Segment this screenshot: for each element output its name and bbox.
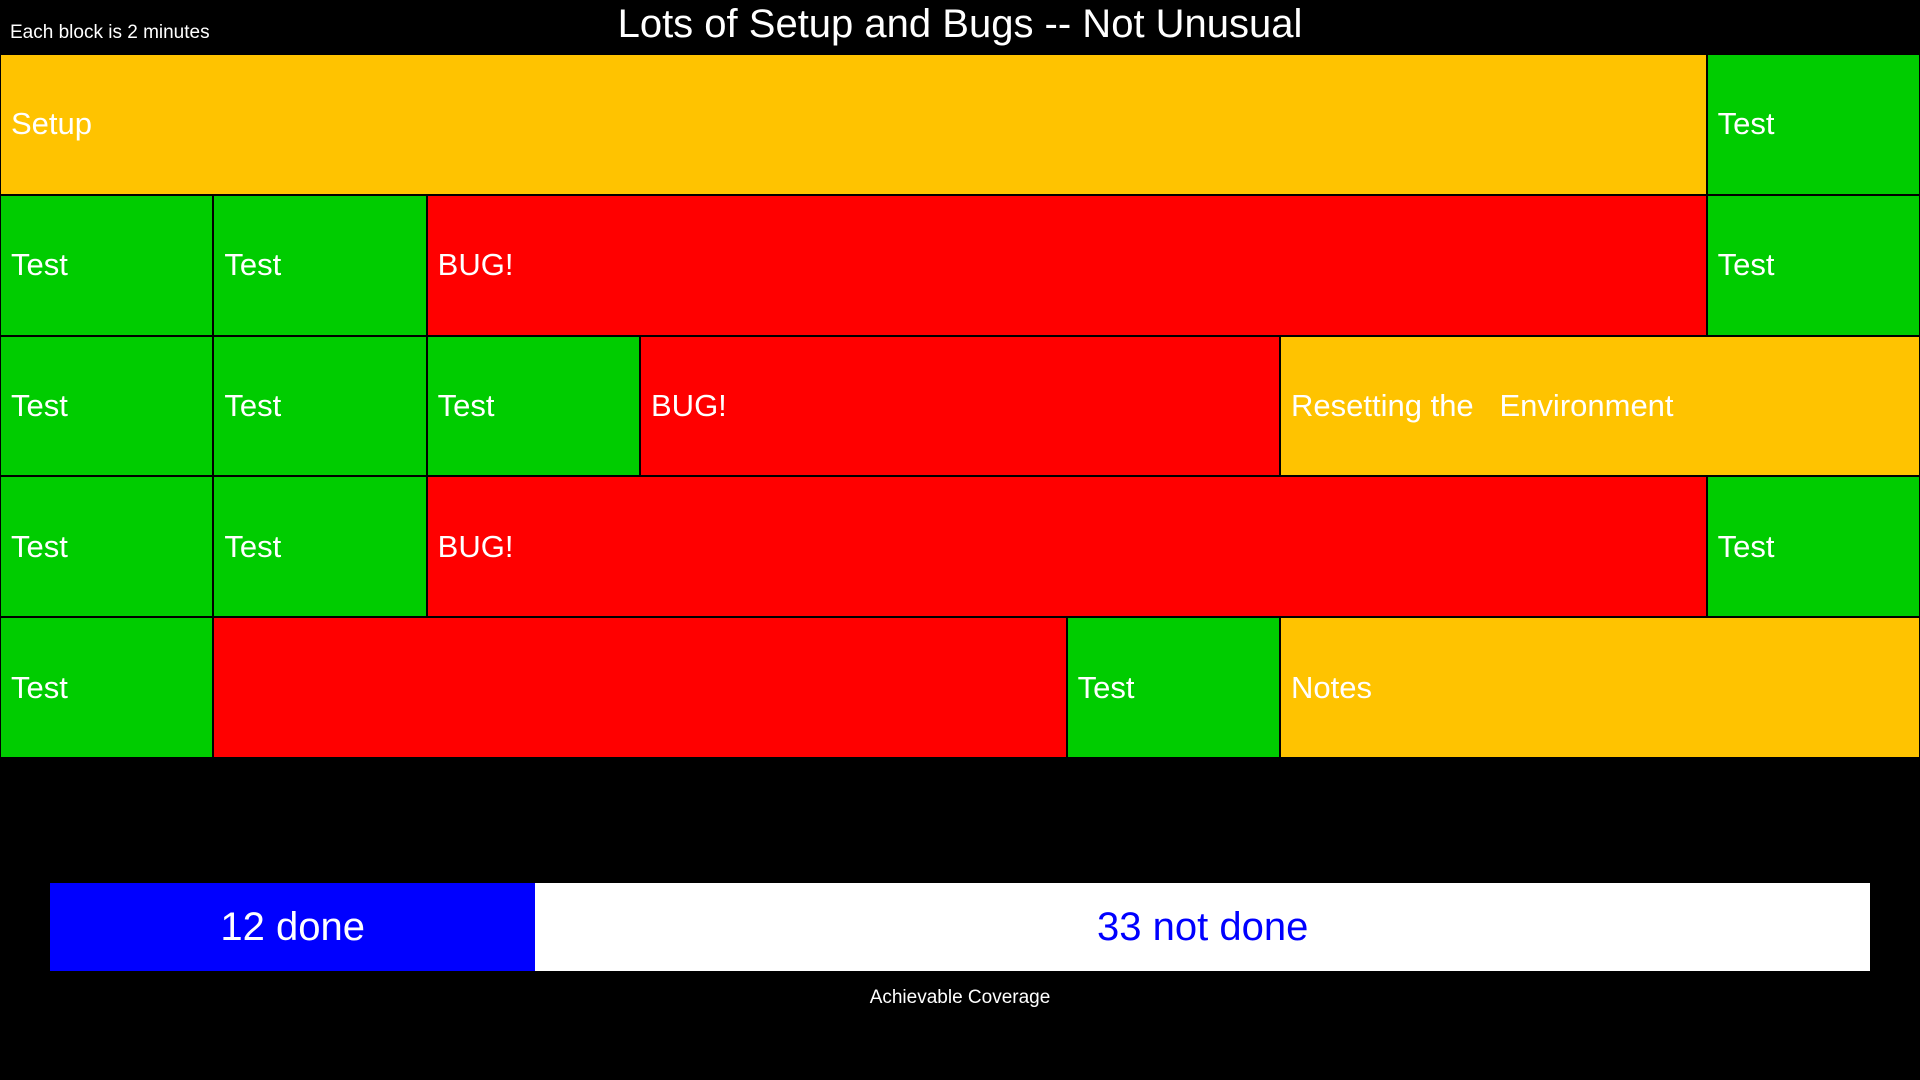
time-block-grid: Setup Test Test Test BUG! Test Test Test Test BUG…	[0, 54, 1920, 758]
coverage-bar: 12 done 33 not done	[50, 883, 1870, 971]
block-bug	[213, 617, 1067, 758]
block-test: Test	[1706, 194, 1920, 336]
block-test: Test	[0, 194, 214, 336]
block-bug: BUG!	[426, 194, 1707, 336]
block-test: Test	[213, 335, 427, 477]
block-test: Test	[1706, 54, 1920, 195]
block-bug: BUG!	[426, 476, 1707, 618]
block-test: Test	[1066, 617, 1280, 758]
slide-title: Lots of Setup and Bugs -- Not Unusual	[617, 2, 1303, 46]
block-test: Test	[213, 476, 427, 618]
block-test: Test	[0, 335, 214, 477]
block-test: Test	[0, 617, 214, 758]
block-test: Test	[0, 476, 214, 618]
coverage-not-done-segment: 33 not done	[535, 883, 1870, 971]
block-test: Test	[426, 335, 640, 477]
coverage-done-segment: 12 done	[50, 883, 536, 971]
block-setup: Notes	[1280, 617, 1920, 758]
coverage-done-label: 12 done	[220, 904, 365, 949]
block-test: Test	[213, 194, 427, 336]
block-setup: Setup	[0, 54, 1707, 195]
block-setup: Resetting the Environment	[1280, 335, 1920, 477]
coverage-not-done-label: 33 not done	[1097, 904, 1309, 949]
block-test: Test	[1706, 476, 1920, 618]
block-bug: BUG!	[640, 335, 1280, 477]
coverage-caption: Achievable Coverage	[869, 987, 1051, 1008]
